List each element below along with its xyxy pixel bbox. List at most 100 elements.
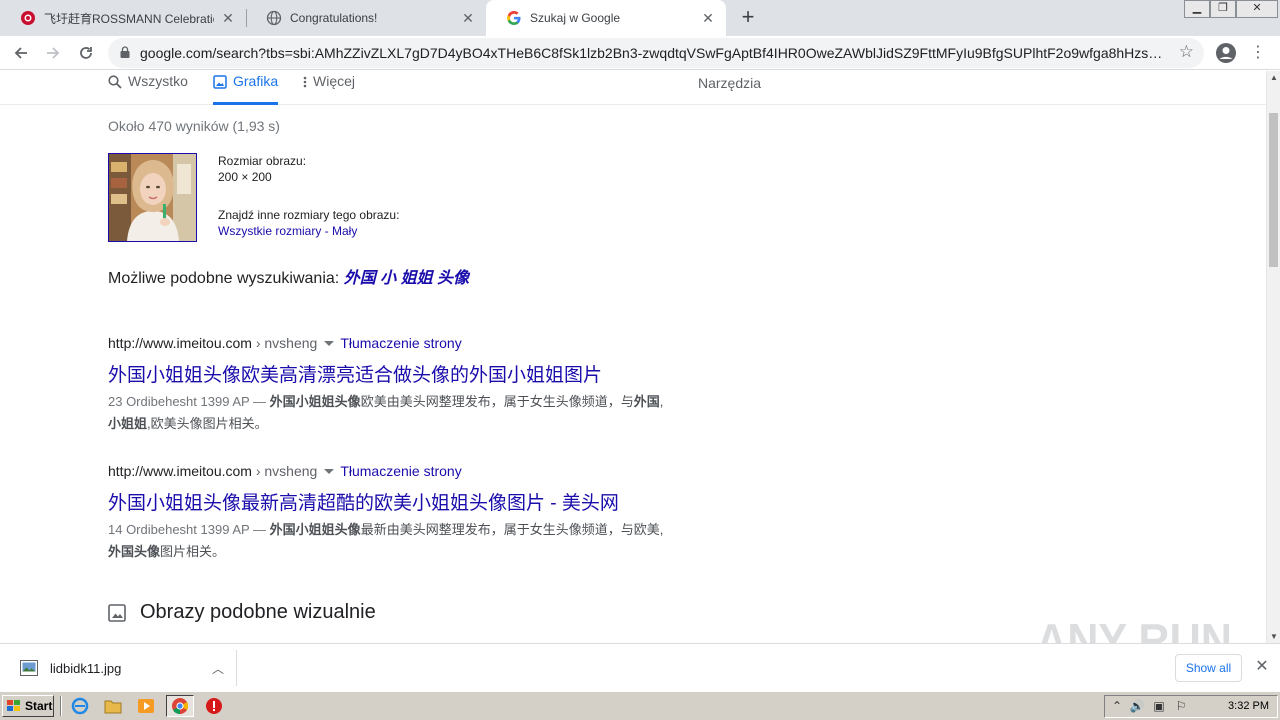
red-logo-icon: [21, 11, 35, 25]
size-separator: -: [321, 224, 333, 238]
start-button[interactable]: Start: [2, 695, 54, 717]
tab-rossmann[interactable]: 飞圩赶育ROSSMANN Celebration of t ✕: [0, 0, 246, 36]
taskbar-divider: [60, 696, 62, 716]
result-date: 23 Ordibehesht 1399 AP —: [108, 394, 267, 409]
result-domain: http://www.imeitou.com: [108, 335, 252, 351]
result-date: 14 Ordibehesht 1399 AP —: [108, 522, 267, 537]
download-bar: lidbidk11.jpg ︿ Show all ✕: [0, 643, 1280, 691]
translate-link[interactable]: Tłumaczenie strony: [340, 463, 461, 479]
page-scrollbar[interactable]: ▲ ▼: [1266, 71, 1280, 643]
scroll-up-icon[interactable]: ▲: [1270, 73, 1278, 82]
network-icon[interactable]: ▣: [1151, 699, 1167, 715]
bookmark-star-icon[interactable]: ☆: [1179, 42, 1194, 62]
result-breadcrumb: › nvsheng: [255, 463, 318, 479]
action-center-flag-icon[interactable]: ⚐: [1173, 699, 1189, 715]
image-size-label: Rozmiar obrazu:: [218, 154, 307, 168]
new-tab-button[interactable]: +: [736, 6, 760, 30]
small-size-link[interactable]: Mały: [332, 224, 357, 238]
search-result: http://www.imeitou.com › nvsheng Tłumacze…: [108, 463, 728, 563]
download-file-name: lidbidk11.jpg: [50, 660, 122, 676]
result-stats: Około 470 wyników (1,93 s): [108, 118, 280, 134]
search-icon: [108, 75, 122, 89]
folder-icon[interactable]: [104, 697, 122, 715]
query-image-thumbnail[interactable]: [108, 153, 197, 242]
reload-button[interactable]: [73, 40, 99, 66]
result-domain: http://www.imeitou.com: [108, 463, 252, 479]
result-snippet: 14 Ordibehesht 1399 AP — 外国小姐姐头像最新由美头网整理…: [108, 519, 728, 563]
tab-title: ROSSMANN Celebration of t: [92, 11, 214, 26]
image-icon: [213, 75, 227, 89]
tab-more[interactable]: Więcej: [303, 73, 355, 105]
more-vertical-icon: [303, 76, 307, 88]
tab-title: Congratulations!: [290, 11, 378, 25]
back-button[interactable]: [8, 40, 34, 66]
start-label: Start: [25, 699, 53, 713]
show-all-button[interactable]: Show all: [1175, 654, 1242, 682]
woman-portrait-image: [109, 154, 196, 241]
internet-explorer-icon[interactable]: [71, 697, 89, 715]
tab-all[interactable]: Wszystko: [108, 73, 188, 105]
download-divider: [236, 650, 237, 686]
snippet-text: 欧美由美头网整理发布，属于女生头像频道，与: [360, 394, 634, 409]
tools-button[interactable]: Narzędzia: [698, 75, 761, 91]
snippet-text: ,欧美头像图片相关。: [147, 416, 268, 431]
result-snippet: 23 Ordibehesht 1399 AP — 外国小姐姐头像欧美由美头网整理…: [108, 391, 728, 435]
close-tab-icon[interactable]: ✕: [220, 10, 236, 26]
windows-logo-icon: [7, 700, 20, 711]
snippet-bold: 外国小姐姐头像: [269, 394, 361, 409]
snippet-text: ,: [659, 394, 664, 409]
tab-congratulations[interactable]: Congratulations! ✕: [246, 0, 486, 36]
profile-avatar-icon[interactable]: [1214, 41, 1238, 65]
other-sizes-label: Znajdź inne rozmiary tego obrazu:: [218, 208, 400, 222]
arrow-right-icon: [47, 47, 60, 59]
show-hidden-icons-icon[interactable]: ⌃: [1109, 699, 1125, 715]
translate-link[interactable]: Tłumaczenie strony: [340, 335, 461, 351]
forward-button[interactable]: [40, 40, 66, 66]
caret-down-icon[interactable]: [324, 340, 335, 346]
result-title-link[interactable]: 外国小姐姐头像最新高清超酷的欧美小姐姐头像图片 - 美头网: [108, 488, 728, 515]
snippet-text: 图片相关。: [160, 544, 226, 559]
search-result: http://www.imeitou.com › nvsheng Tłumacze…: [108, 335, 728, 435]
close-download-bar-icon[interactable]: ✕: [1254, 656, 1270, 676]
url-text: google.com/search?tbs=sbi:AMhZZivZLXL7gD…: [140, 45, 1165, 61]
tab-google-search[interactable]: Szukaj w Google ✕: [486, 0, 726, 36]
lock-icon: [120, 46, 130, 58]
browser-menu-icon[interactable]: ⋮: [1250, 42, 1266, 62]
maximize-button[interactable]: ❐: [1210, 0, 1236, 18]
tab-strip: 飞圩赶育ROSSMANN Celebration of t ✕ Congratu…: [0, 0, 1280, 36]
snippet-bold: 外国小姐姐头像: [269, 522, 361, 537]
download-item[interactable]: lidbidk11.jpg ︿: [12, 652, 236, 684]
page-content: Wszystko Grafika Więcej Narzędzia Około …: [0, 71, 1266, 643]
scrollbar-thumb[interactable]: [1269, 113, 1278, 267]
close-window-button[interactable]: ✕: [1236, 0, 1278, 18]
tab-title-prefix: 飞圩赶育: [44, 11, 93, 26]
tab-images[interactable]: Grafika: [213, 73, 279, 105]
caret-down-icon[interactable]: [324, 468, 335, 474]
similar-search-query-link[interactable]: 外国 小 姐姐 头像: [344, 270, 469, 287]
result-cite: http://www.imeitou.com › nvsheng Tłumacze…: [108, 335, 728, 353]
close-tab-icon[interactable]: ✕: [460, 10, 476, 26]
close-tab-icon[interactable]: ✕: [700, 10, 716, 26]
snippet-text: 最新由美头网整理发布，属于女生头像频道，与欧美,: [360, 522, 664, 537]
all-sizes-link[interactable]: Wszystkie rozmiary: [218, 224, 321, 238]
tab-label: Więcej: [313, 73, 356, 89]
chevron-up-icon[interactable]: ︿: [210, 660, 226, 677]
tab-label: Grafika: [233, 73, 279, 89]
scroll-down-icon[interactable]: ▼: [1270, 632, 1278, 641]
media-player-icon[interactable]: [137, 697, 155, 715]
heading-text: Obrazy podobne wizualnie: [140, 601, 376, 623]
address-bar[interactable]: google.com/search?tbs=sbi:AMhZZivZLXL7gD…: [108, 38, 1204, 68]
google-g-icon: [507, 11, 521, 25]
tab-label: Wszystko: [128, 73, 188, 89]
result-title-link[interactable]: 外国小姐姐头像欧美高清漂亮适合做头像的外国小姐姐图片: [108, 360, 728, 387]
taskbar-clock[interactable]: 3:32 PM: [1228, 700, 1269, 712]
stop-sign-icon[interactable]: [205, 697, 223, 715]
image-outline-icon: [108, 603, 126, 622]
browser-toolbar: google.com/search?tbs=sbi:AMhZZivZLXL7gD…: [0, 36, 1280, 70]
system-tray: ⌃ 🔊 ▣ ⚐ 3:32 PM: [1104, 695, 1278, 718]
similar-search: Możliwe podobne wyszukiwania: 外国 小 姐姐 头像: [108, 264, 469, 288]
volume-icon[interactable]: 🔊: [1129, 699, 1145, 715]
minimize-button[interactable]: ▁: [1184, 0, 1210, 18]
chrome-taskbar-button[interactable]: [166, 695, 194, 717]
google-nav-tabs: Wszystko Grafika Więcej Narzędzia: [0, 71, 1266, 105]
